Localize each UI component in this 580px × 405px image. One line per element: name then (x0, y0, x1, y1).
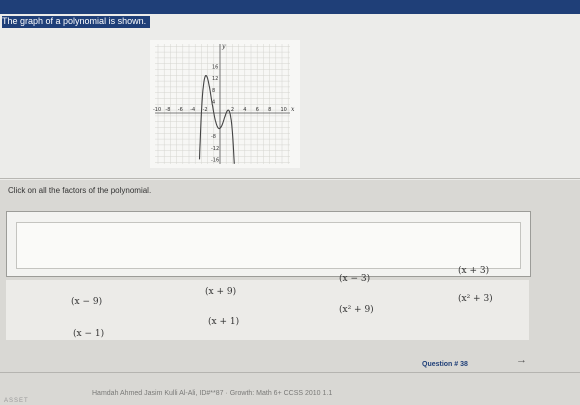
instruction-text: Click on all the factors of the polynomi… (8, 186, 152, 195)
x-tick-label: 4 (243, 107, 246, 113)
footer-divider (0, 372, 580, 373)
x-tick-label: 2 (231, 107, 234, 113)
y-tick-label: -16 (211, 157, 219, 163)
y-axis-label: y (221, 43, 226, 50)
footer-credit: Hamdah Ahmed Jasim Kulli Al-Ali, ID#**87… (92, 390, 333, 397)
answer-box[interactable] (16, 222, 521, 269)
polynomial-graph: y x -10 -8 -6 -4 -2 2 4 6 8 10 16 12 8 4 -8 -12 -16 (150, 40, 300, 168)
y-tick-label: 8 (212, 88, 215, 94)
section-divider (0, 178, 580, 179)
next-button[interactable]: → (516, 354, 527, 366)
choice-x-minus-1[interactable]: (x − 1) (70, 328, 107, 340)
choice-x-minus-9[interactable]: (x − 9) (68, 296, 105, 308)
choice-x-plus-1[interactable]: (x + 1) (205, 316, 242, 328)
graph-svg: y x -10 -8 -6 -4 -2 2 4 6 8 10 161284-8-12-16 (150, 40, 300, 168)
logo: ASSET (4, 398, 29, 404)
x-tick-label: 8 (268, 107, 271, 113)
arrow-right-icon: → (516, 354, 527, 366)
x-tick-label: -6 (178, 107, 183, 113)
x-tick-label: -10 (153, 107, 161, 113)
question-prompt: The graph of a polynomial is shown. (2, 16, 151, 28)
question-panel: The graph of a polynomial is shown. y x … (0, 14, 580, 180)
x-tick-label: 10 (281, 107, 287, 113)
y-tick-label: 16 (212, 65, 218, 71)
choice-x-squared-plus-3[interactable]: (x² + 3) (455, 293, 496, 305)
y-tick-label: -8 (211, 134, 216, 140)
y-tick-label: 12 (212, 76, 218, 82)
y-tick-label: -12 (211, 146, 219, 152)
choice-x-plus-3[interactable]: (x + 3) (455, 265, 492, 277)
choice-x-minus-3[interactable]: (x − 3) (336, 273, 373, 285)
x-tick-label: -2 (203, 107, 208, 113)
x-tick-label: -4 (190, 107, 195, 113)
x-tick-label: -8 (165, 107, 170, 113)
x-tick-label: 6 (256, 107, 259, 113)
choice-x-squared-plus-9[interactable]: (x² + 9) (336, 304, 377, 316)
top-bar (0, 0, 580, 14)
choice-x-plus-9[interactable]: (x + 9) (202, 286, 239, 298)
question-number: Question # 38 (422, 361, 468, 368)
